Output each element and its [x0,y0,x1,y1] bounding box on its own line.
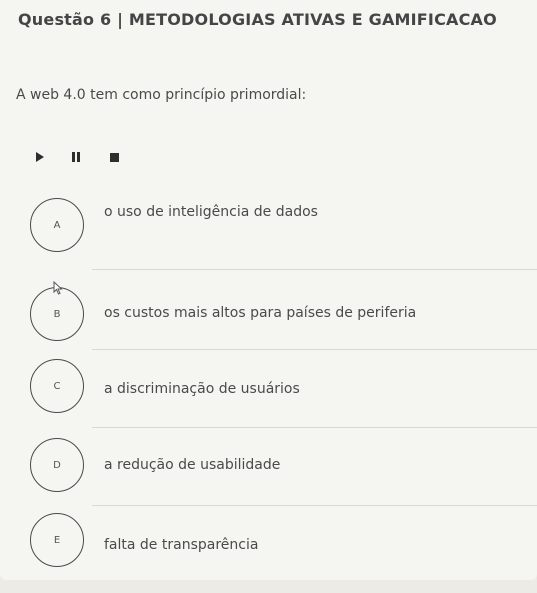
question-prompt: A web 4.0 tem como princípio primordial: [16,87,307,103]
option-d[interactable]: D a redução de usabilidade [0,433,537,503]
option-divider [92,349,537,350]
option-a-text[interactable]: o uso de inteligência de dados [104,204,318,220]
option-c[interactable]: C a discriminação de usuários [0,355,537,425]
option-e-bubble[interactable]: E [30,513,84,567]
option-b-bubble[interactable]: B [30,287,84,341]
option-a-bubble[interactable]: A [30,198,84,252]
option-b[interactable]: B os custos mais altos para países de pe… [0,278,537,348]
question-title: Questão 6 | METODOLOGIAS ATIVAS E GAMIFI… [18,10,497,29]
option-c-text[interactable]: a discriminação de usuários [104,381,300,397]
option-a-letter: A [53,219,61,231]
stop-icon[interactable] [110,152,119,162]
option-e-letter: E [53,534,61,546]
option-divider [92,505,537,506]
option-c-bubble[interactable]: C [30,359,84,413]
pause-icon[interactable] [72,152,80,162]
question-card: Questão 6 | METODOLOGIAS ATIVAS E GAMIFI… [0,0,537,580]
audio-controls [36,149,119,165]
option-e[interactable]: E falta de transparência [0,509,537,579]
play-icon[interactable] [36,152,44,162]
mouse-pointer-icon [53,281,63,295]
option-a[interactable]: A o uso de inteligência de dados [0,190,537,260]
option-divider [92,269,537,270]
option-b-text[interactable]: os custos mais altos para países de peri… [104,305,416,321]
option-divider [92,427,537,428]
option-b-letter: B [53,308,61,320]
option-d-bubble[interactable]: D [30,438,84,492]
option-c-letter: C [53,380,61,392]
option-e-text[interactable]: falta de transparência [104,537,258,553]
option-d-letter: D [53,459,61,471]
option-d-text[interactable]: a redução de usabilidade [104,457,280,473]
